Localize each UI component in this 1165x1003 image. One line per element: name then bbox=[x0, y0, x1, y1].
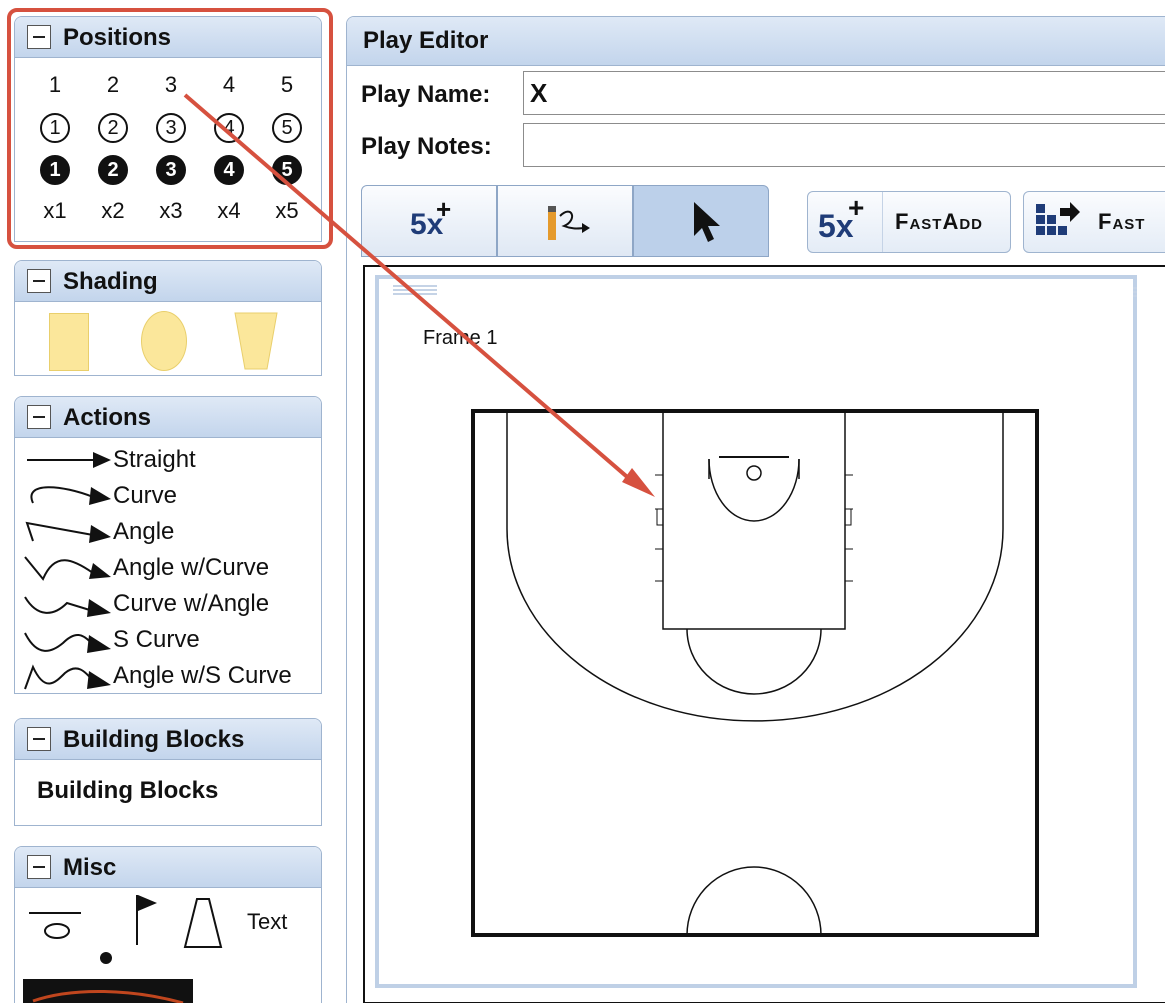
play-editor-title: Play Editor bbox=[347, 17, 1165, 66]
action-label: Angle w/S Curve bbox=[113, 662, 292, 689]
misc-panel-title: Misc bbox=[63, 853, 117, 881]
angle-arrow-icon bbox=[25, 521, 111, 543]
action-curve-w-angle[interactable]: Curve w/Angle bbox=[23, 587, 269, 621]
fast-move-button[interactable]: Fast bbox=[1023, 191, 1165, 253]
cursor-arrow-icon bbox=[694, 202, 720, 242]
action-label: S Curve bbox=[113, 626, 200, 653]
action-label: Straight bbox=[113, 446, 196, 473]
action-label: Angle w/Curve bbox=[113, 554, 270, 581]
action-s-curve[interactable]: S Curve bbox=[23, 623, 200, 657]
actions-panel-header[interactable]: Actions bbox=[15, 397, 321, 438]
play-name-label: Play Name: bbox=[361, 81, 491, 108]
play-notes-field[interactable] bbox=[523, 123, 1165, 167]
frame-drag-handle[interactable] bbox=[393, 285, 437, 297]
collapse-icon[interactable] bbox=[27, 405, 51, 429]
straight-arrow-icon bbox=[27, 452, 111, 468]
cone-icon[interactable] bbox=[181, 895, 225, 951]
rectangle-shade[interactable] bbox=[49, 313, 89, 371]
shading-panel-title: Shading bbox=[63, 267, 158, 295]
flag-icon[interactable] bbox=[127, 891, 167, 947]
grid-arrow-icon bbox=[1036, 202, 1080, 235]
misc-panel-header[interactable]: Misc bbox=[15, 847, 321, 888]
basketball-court[interactable] bbox=[471, 409, 1041, 939]
action-angle[interactable]: Angle bbox=[23, 515, 174, 549]
next-frame-handle[interactable] bbox=[1133, 287, 1137, 299]
angle-s-curve-arrow-icon bbox=[24, 664, 111, 690]
plus-icon: + bbox=[848, 192, 865, 223]
action-label: Curve w/Angle bbox=[113, 590, 270, 617]
trapezoid-shade[interactable] bbox=[233, 311, 279, 371]
curve-angle-arrow-icon bbox=[24, 596, 111, 617]
play-editor: Play Editor Play Name: X Play Notes: 5x … bbox=[346, 16, 1165, 1003]
collapse-icon[interactable] bbox=[27, 269, 51, 293]
add-players-tool-button[interactable]: 5x + bbox=[361, 185, 497, 257]
play-notes-label: Play Notes: bbox=[361, 133, 492, 160]
building-blocks-panel-header[interactable]: Building Blocks bbox=[15, 719, 321, 760]
fast-add-label: FastAdd bbox=[895, 209, 983, 234]
actions-panel-title: Actions bbox=[63, 403, 152, 431]
hoop-icon[interactable] bbox=[25, 905, 85, 945]
action-angle-w-curve[interactable]: Angle w/Curve bbox=[23, 551, 269, 585]
building-blocks-panel-title: Building Blocks bbox=[63, 725, 245, 753]
highlight-box bbox=[7, 8, 333, 249]
action-label: Curve bbox=[113, 482, 178, 509]
curve-arrow-icon bbox=[30, 486, 111, 505]
collapse-icon[interactable] bbox=[27, 855, 51, 879]
angle-curve-arrow-icon bbox=[24, 556, 111, 581]
collapse-icon[interactable] bbox=[27, 727, 51, 751]
frames-canvas[interactable]: Frame 1 bbox=[363, 265, 1165, 1003]
action-curve[interactable]: Curve bbox=[23, 479, 177, 513]
shading-panel: Shading bbox=[14, 260, 322, 376]
ball-icon[interactable] bbox=[99, 951, 113, 965]
action-straight[interactable]: Straight bbox=[23, 443, 196, 477]
text-tool[interactable]: Text bbox=[247, 909, 287, 935]
shading-panel-header[interactable]: Shading bbox=[15, 261, 321, 302]
fast-add-button[interactable]: 5x + FastAdd bbox=[807, 191, 1011, 253]
pencil-path-icon bbox=[548, 206, 590, 240]
ellipse-shade[interactable] bbox=[141, 311, 187, 371]
building-blocks-item[interactable]: Building Blocks bbox=[37, 777, 218, 805]
building-blocks-panel: Building Blocks Building Blocks bbox=[14, 718, 322, 826]
s-curve-arrow-icon bbox=[24, 632, 111, 653]
action-label: Angle bbox=[113, 518, 175, 545]
action-angle-w-s-curve[interactable]: Angle w/S Curve bbox=[23, 659, 292, 693]
select-tool-button[interactable] bbox=[633, 185, 769, 257]
play-name-field[interactable]: X bbox=[523, 71, 1165, 115]
misc-panel: Misc Text bbox=[14, 846, 322, 1003]
frame-label: Frame 1 bbox=[423, 327, 498, 349]
misc-thumbnail-image[interactable] bbox=[23, 979, 193, 1003]
plus-icon: + bbox=[436, 194, 452, 224]
fast-move-label: Fast bbox=[1098, 209, 1146, 234]
fast-add-badge-wrap: 5x + bbox=[808, 192, 883, 252]
frame-1[interactable]: Frame 1 bbox=[375, 275, 1137, 988]
draw-action-tool-button[interactable] bbox=[497, 185, 633, 257]
actions-panel: Actions Straight Curve Angle Angle w/Cur… bbox=[14, 396, 322, 694]
